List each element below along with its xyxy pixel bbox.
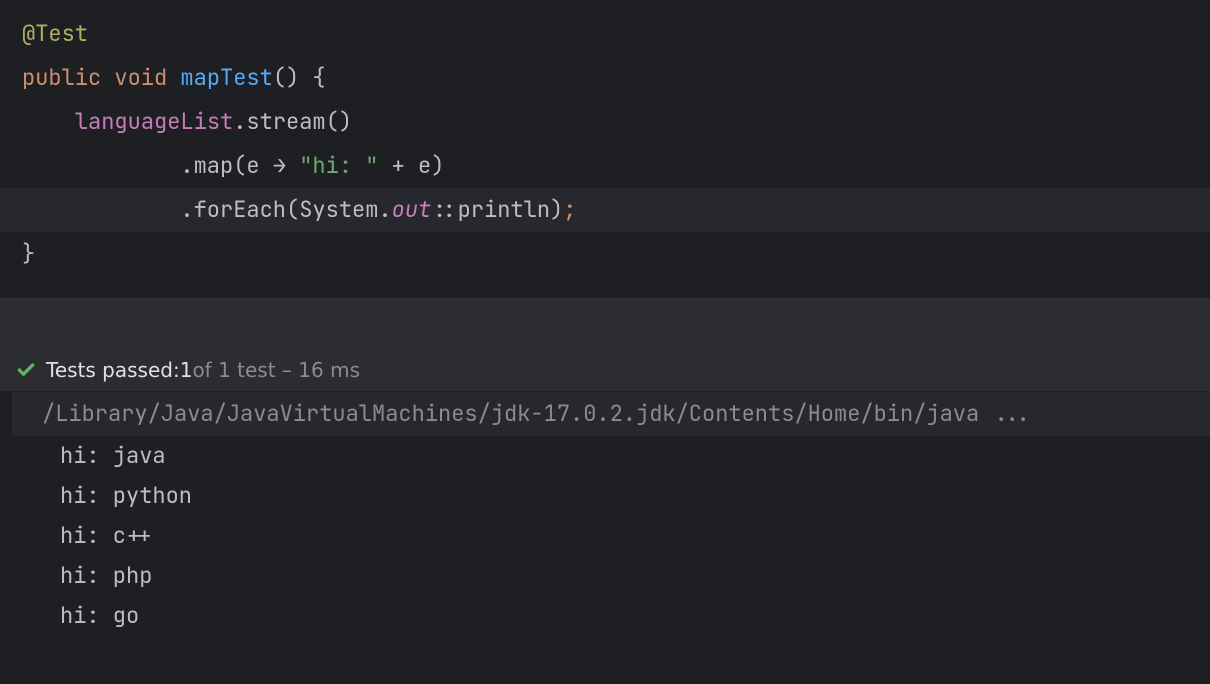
arrow-token: →: [260, 151, 300, 180]
method-name-token: mapTest: [180, 63, 272, 92]
tests-passed-count: 1: [180, 358, 193, 382]
console-line: hi: go: [30, 596, 1210, 636]
brace-token: {: [299, 63, 325, 92]
code-line: languageList.stream(): [0, 100, 1210, 144]
semicolon-token: ;: [563, 195, 576, 224]
paren-token: (): [273, 63, 299, 92]
tests-passed-label: Tests passed:: [46, 358, 180, 382]
console-command-line: /Library/Java/JavaVirtualMachines/jdk-17…: [12, 392, 1210, 436]
class-token: System: [299, 195, 378, 224]
panel-gap: [0, 298, 1210, 348]
method-token: stream: [246, 107, 325, 136]
methodref-token: ::: [431, 195, 457, 224]
paren-token: ): [550, 195, 563, 224]
method-token: map: [194, 151, 234, 180]
console-output[interactable]: /Library/Java/JavaVirtualMachines/jdk-17…: [0, 392, 1210, 636]
code-line-current: .forEach(System.out::println);: [0, 188, 1210, 232]
code-editor[interactable]: @Test public void mapTest() { languageLi…: [0, 0, 1210, 298]
console-line: hi: c++: [30, 516, 1210, 556]
plus-token: +: [378, 151, 418, 180]
code-line: public void mapTest() {: [0, 56, 1210, 100]
dot-token: .: [378, 195, 391, 224]
dot-token: .: [180, 195, 193, 224]
indent: [22, 195, 180, 224]
dot-token: .: [180, 151, 193, 180]
indent: [22, 151, 180, 180]
console-line: hi: python: [30, 476, 1210, 516]
annotation-token: @Test: [22, 19, 88, 48]
static-field-token: out: [392, 195, 432, 224]
console-lines: hi: javahi: pythonhi: c++hi: phphi: go: [0, 436, 1210, 636]
paren-token: (: [233, 151, 246, 180]
code-line: .map(e → "hi: " + e): [0, 144, 1210, 188]
keyword-token: void: [114, 63, 167, 92]
param-token: e: [246, 151, 259, 180]
console-line: hi: php: [30, 556, 1210, 596]
checkmark-icon: [16, 360, 36, 380]
brace-token: }: [22, 239, 35, 268]
indent: [22, 107, 75, 136]
paren-token: ): [431, 151, 444, 180]
method-token: println: [458, 195, 550, 224]
field-token: languageList: [75, 107, 233, 136]
code-line: @Test: [0, 12, 1210, 56]
tests-summary: of 1 test – 16 ms: [192, 358, 360, 382]
dot-token: .: [233, 107, 246, 136]
keyword-token: public: [22, 63, 101, 92]
paren-token: (): [326, 107, 352, 136]
code-line: }: [0, 232, 1210, 276]
test-status-bar[interactable]: Tests passed: 1 of 1 test – 16 ms: [0, 348, 1210, 392]
param-token: e: [418, 151, 431, 180]
method-token: forEach: [194, 195, 286, 224]
console-line: hi: java: [30, 436, 1210, 476]
paren-token: (: [286, 195, 299, 224]
string-token: "hi: ": [299, 151, 378, 180]
